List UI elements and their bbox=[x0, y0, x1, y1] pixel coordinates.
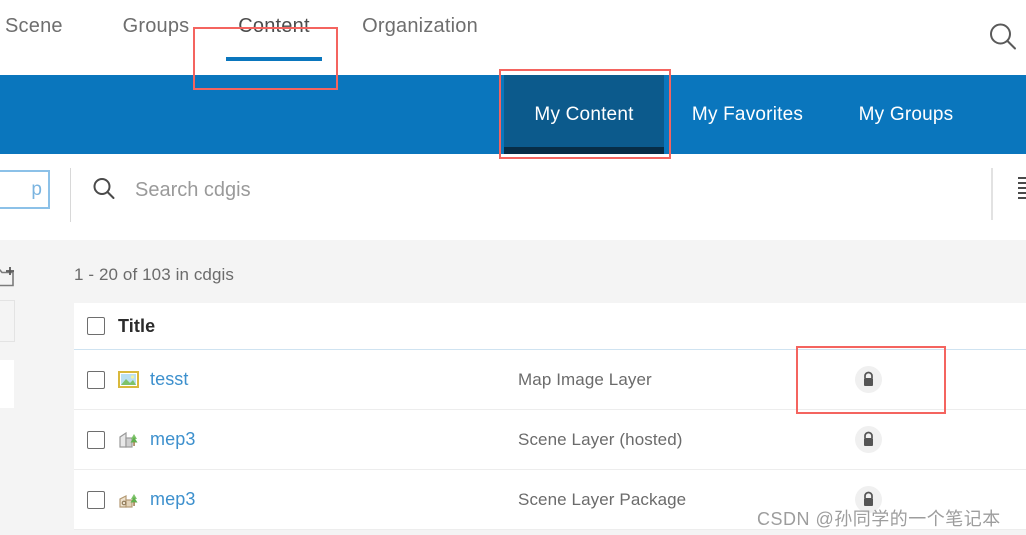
row-share-cell bbox=[793, 426, 943, 453]
tab-my-groups-label: My Groups bbox=[858, 103, 954, 125]
lock-icon-svg bbox=[863, 371, 873, 386]
tab-my-groups[interactable]: My Groups bbox=[831, 75, 981, 154]
table-row[interactable]: tesst Map Image Layer bbox=[74, 350, 1026, 410]
row-checkbox[interactable] bbox=[87, 370, 105, 389]
row-title-cell: tesst bbox=[118, 369, 518, 390]
row-title-link[interactable]: mep3 bbox=[150, 489, 195, 510]
column-header-title-label: Title bbox=[118, 315, 156, 336]
add-folder-icon-svg bbox=[0, 267, 14, 287]
scene-layer-package-icon-svg bbox=[119, 494, 138, 508]
select-all-checkbox[interactable] bbox=[87, 317, 105, 335]
scene-layer-icon bbox=[118, 429, 139, 450]
row-type-label: Map Image Layer bbox=[518, 369, 652, 389]
content-area: 1 - 20 of 103 in cdgis Title tesst Map I… bbox=[0, 240, 1026, 535]
content-table: Title tesst Map Image Layer mep3 Scene L… bbox=[74, 303, 1026, 530]
top-navigation-bar: Scene Groups Content Organization bbox=[0, 0, 1026, 75]
tab-organization-label: Organization bbox=[362, 15, 478, 37]
row-type-label: Scene Layer Package bbox=[518, 489, 687, 509]
sidebar-filter-box-partial[interactable] bbox=[0, 300, 15, 342]
top-nav-list: Scene Groups Content Organization bbox=[0, 0, 500, 75]
map-image-layer-icon-svg bbox=[118, 371, 139, 388]
row-checkbox[interactable] bbox=[87, 490, 105, 509]
row-type-cell: Scene Layer Package bbox=[518, 490, 793, 510]
search-icon[interactable] bbox=[986, 20, 1020, 54]
row-title-cell: mep3 bbox=[118, 489, 518, 510]
row-type-cell: Scene Layer (hosted) bbox=[518, 430, 793, 450]
sidebar-panel-partial[interactable] bbox=[0, 360, 14, 408]
row-select-cell bbox=[74, 490, 118, 509]
tab-organization[interactable]: Organization bbox=[340, 0, 500, 75]
row-type-label: Scene Layer (hosted) bbox=[518, 429, 683, 449]
tab-groups-label: Groups bbox=[122, 15, 190, 37]
tab-content-active-underline bbox=[226, 57, 322, 61]
add-folder-icon[interactable] bbox=[0, 266, 16, 288]
tab-groups[interactable]: Groups bbox=[104, 0, 208, 75]
row-share-cell bbox=[793, 486, 943, 513]
scene-layer-package-icon bbox=[118, 489, 139, 510]
table-header-row: Title bbox=[74, 303, 1026, 350]
tab-scene[interactable]: Scene bbox=[0, 0, 104, 75]
secondary-navigation-bar: My Content My Favorites My Groups bbox=[0, 75, 1026, 154]
column-header-title-cell[interactable]: Title bbox=[118, 316, 518, 337]
search-icon-svg bbox=[990, 23, 1016, 50]
tab-content-label: Content bbox=[238, 15, 310, 37]
lock-icon[interactable] bbox=[854, 366, 882, 393]
row-select-cell bbox=[74, 430, 118, 449]
app-root: Scene Groups Content Organization My Con… bbox=[0, 0, 1026, 535]
tab-my-favorites-label: My Favorites bbox=[691, 103, 804, 125]
toolbar-right-divider bbox=[991, 168, 993, 220]
secondary-nav-list: My Content My Favorites My Groups bbox=[504, 75, 981, 154]
select-all-cell bbox=[74, 317, 118, 335]
row-title-link[interactable]: mep3 bbox=[150, 429, 195, 450]
search-input[interactable] bbox=[133, 170, 837, 210]
list-view-icon-svg bbox=[1018, 177, 1026, 199]
scene-layer-icon-svg bbox=[119, 431, 138, 448]
map-image-layer-icon bbox=[118, 369, 139, 390]
create-app-button-label: p bbox=[31, 178, 42, 200]
row-checkbox[interactable] bbox=[87, 430, 105, 449]
lock-icon[interactable] bbox=[854, 486, 882, 513]
list-view-icon[interactable] bbox=[1018, 176, 1026, 200]
tab-my-content-active-indicator bbox=[504, 147, 664, 154]
create-app-button-partial[interactable]: p bbox=[0, 170, 50, 209]
table-row[interactable]: mep3 Scene Layer (hosted) bbox=[74, 410, 1026, 470]
table-row[interactable]: mep3 Scene Layer Package bbox=[74, 470, 1026, 530]
search-icon-svg bbox=[93, 178, 115, 199]
tab-content[interactable]: Content bbox=[208, 0, 340, 75]
search-icon bbox=[91, 176, 117, 202]
tab-my-favorites[interactable]: My Favorites bbox=[664, 75, 831, 154]
row-share-cell bbox=[793, 366, 943, 393]
results-count: 1 - 20 of 103 in cdgis bbox=[74, 265, 235, 284]
row-title-cell: mep3 bbox=[118, 429, 518, 450]
lock-icon[interactable] bbox=[854, 426, 882, 453]
toolbar-divider bbox=[70, 168, 71, 222]
lock-icon-svg bbox=[863, 491, 873, 506]
tab-my-content[interactable]: My Content bbox=[504, 75, 664, 154]
row-title-link[interactable]: tesst bbox=[150, 369, 189, 390]
row-select-cell bbox=[74, 370, 118, 389]
left-sidebar-partial bbox=[0, 240, 74, 535]
lock-icon-svg bbox=[863, 431, 873, 446]
tab-my-content-label: My Content bbox=[534, 103, 634, 125]
tab-scene-label: Scene bbox=[5, 15, 63, 37]
row-type-cell: Map Image Layer bbox=[518, 370, 793, 390]
